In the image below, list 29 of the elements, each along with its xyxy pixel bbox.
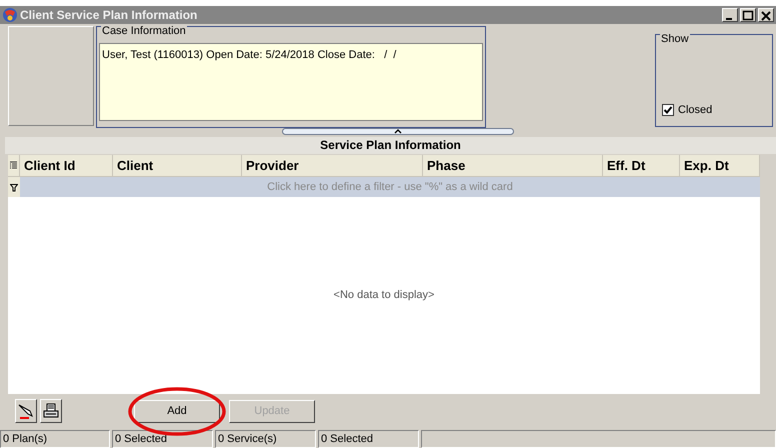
status-panel: 0 Selected [318,430,419,448]
window-title: Client Service Plan Information [20,7,198,24]
close-icon [761,10,771,20]
add-button[interactable]: Add [134,400,220,422]
minimize-button[interactable] [722,8,738,22]
print-icon[interactable] [40,399,62,423]
group-legend: Case Information [101,26,187,37]
column-header[interactable]: Client Id [20,155,113,176]
maximize-icon [742,10,754,20]
minimize-icon [726,18,732,20]
status-panel: 0 Plan(s) [0,430,110,448]
section-title: Service Plan Information [5,137,776,154]
empty-message: <No data to display> [334,288,434,304]
column-header[interactable]: Eff. Dt [603,155,680,176]
pen-icon[interactable] [15,399,37,423]
column-header[interactable]: Provider [242,155,423,176]
column-chooser-icon[interactable] [8,155,20,176]
maximize-button[interactable] [740,8,756,22]
app-icon [2,7,18,23]
status-panel: 0 Selected [112,430,213,448]
case-information-text: User, Test (1160013) Open Date: 5/24/2018 Close Date: / / [99,43,483,121]
closed-checkbox[interactable]: Closed [662,102,712,118]
status-panel: 0 Service(s) [215,430,316,448]
column-header[interactable]: Exp. Dt [680,155,760,176]
column-header[interactable]: Client [113,155,242,176]
splitter-handle[interactable] [282,128,514,135]
close-button[interactable] [758,8,774,22]
column-header[interactable]: Phase [423,155,603,176]
group-legend: Show [660,34,690,45]
